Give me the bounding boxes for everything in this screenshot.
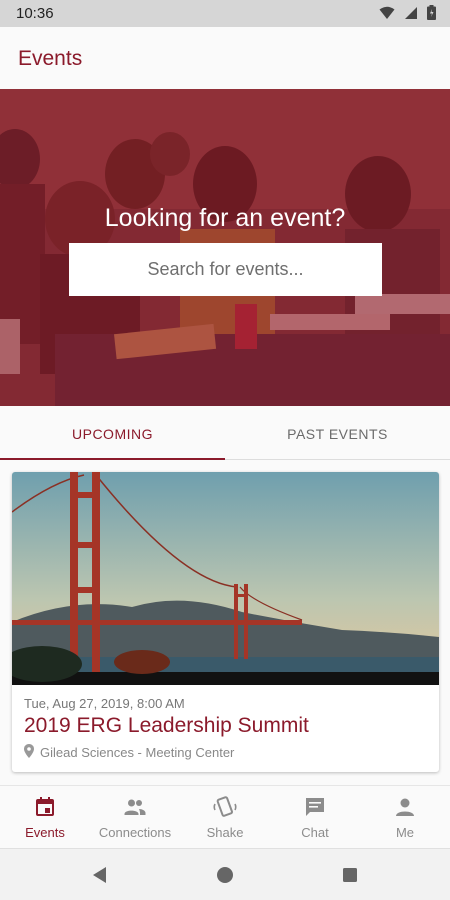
active-tab-indicator bbox=[0, 458, 225, 460]
events-screen: 10:36 Events Looking for an event? Searc… bbox=[0, 0, 450, 900]
bottom-navigation: Events Connections Shake Chat Me bbox=[0, 785, 450, 848]
recents-icon[interactable] bbox=[340, 865, 360, 885]
status-bar: 10:36 bbox=[0, 0, 450, 27]
signal-icon bbox=[404, 6, 418, 25]
event-image bbox=[12, 472, 439, 685]
nav-events-label: Events bbox=[25, 825, 65, 840]
app-bar: Events bbox=[0, 27, 450, 89]
search-input[interactable] bbox=[69, 243, 382, 296]
nav-connections-label: Connections bbox=[98, 825, 172, 840]
nav-chat[interactable]: Chat bbox=[270, 786, 360, 849]
calendar-icon bbox=[36, 797, 54, 816]
nav-events[interactable]: Events bbox=[0, 786, 90, 849]
home-icon[interactable] bbox=[215, 865, 235, 885]
nav-chat-label: Chat bbox=[301, 825, 329, 840]
event-tabs: UPCOMING PAST EVENTS bbox=[0, 406, 450, 460]
status-time: 10:36 bbox=[16, 5, 54, 22]
back-icon[interactable] bbox=[90, 865, 110, 885]
tab-past-events[interactable]: PAST EVENTS bbox=[225, 406, 450, 460]
event-card[interactable]: Tue, Aug 27, 2019, 8:00 AM 2019 ERG Lead… bbox=[12, 472, 439, 772]
status-icons bbox=[379, 5, 436, 25]
hero-heading: Looking for an event? bbox=[104, 204, 346, 232]
event-location-label: Gilead Sciences - Meeting Center bbox=[40, 745, 235, 760]
wifi-icon bbox=[379, 6, 395, 25]
people-icon bbox=[124, 799, 146, 815]
battery-icon bbox=[427, 5, 436, 25]
nav-connections[interactable]: Connections bbox=[90, 786, 180, 849]
page-title: Events bbox=[18, 47, 83, 70]
hero-banner: Looking for an event? bbox=[0, 89, 450, 406]
event-title[interactable]: 2019 ERG Leadership Summit bbox=[24, 714, 309, 738]
nav-shake[interactable]: Shake bbox=[180, 786, 270, 849]
location-pin-icon bbox=[24, 744, 34, 761]
chat-icon bbox=[306, 798, 324, 816]
tab-upcoming[interactable]: UPCOMING bbox=[0, 406, 225, 460]
nav-me[interactable]: Me bbox=[360, 786, 450, 849]
shake-icon bbox=[213, 796, 237, 817]
event-location: Gilead Sciences - Meeting Center bbox=[24, 744, 234, 761]
nav-me-label: Me bbox=[395, 825, 415, 840]
person-icon bbox=[396, 798, 414, 816]
system-navigation-bar bbox=[0, 848, 450, 900]
nav-shake-label: Shake bbox=[206, 825, 244, 840]
event-date: Tue, Aug 27, 2019, 8:00 AM bbox=[24, 696, 185, 711]
